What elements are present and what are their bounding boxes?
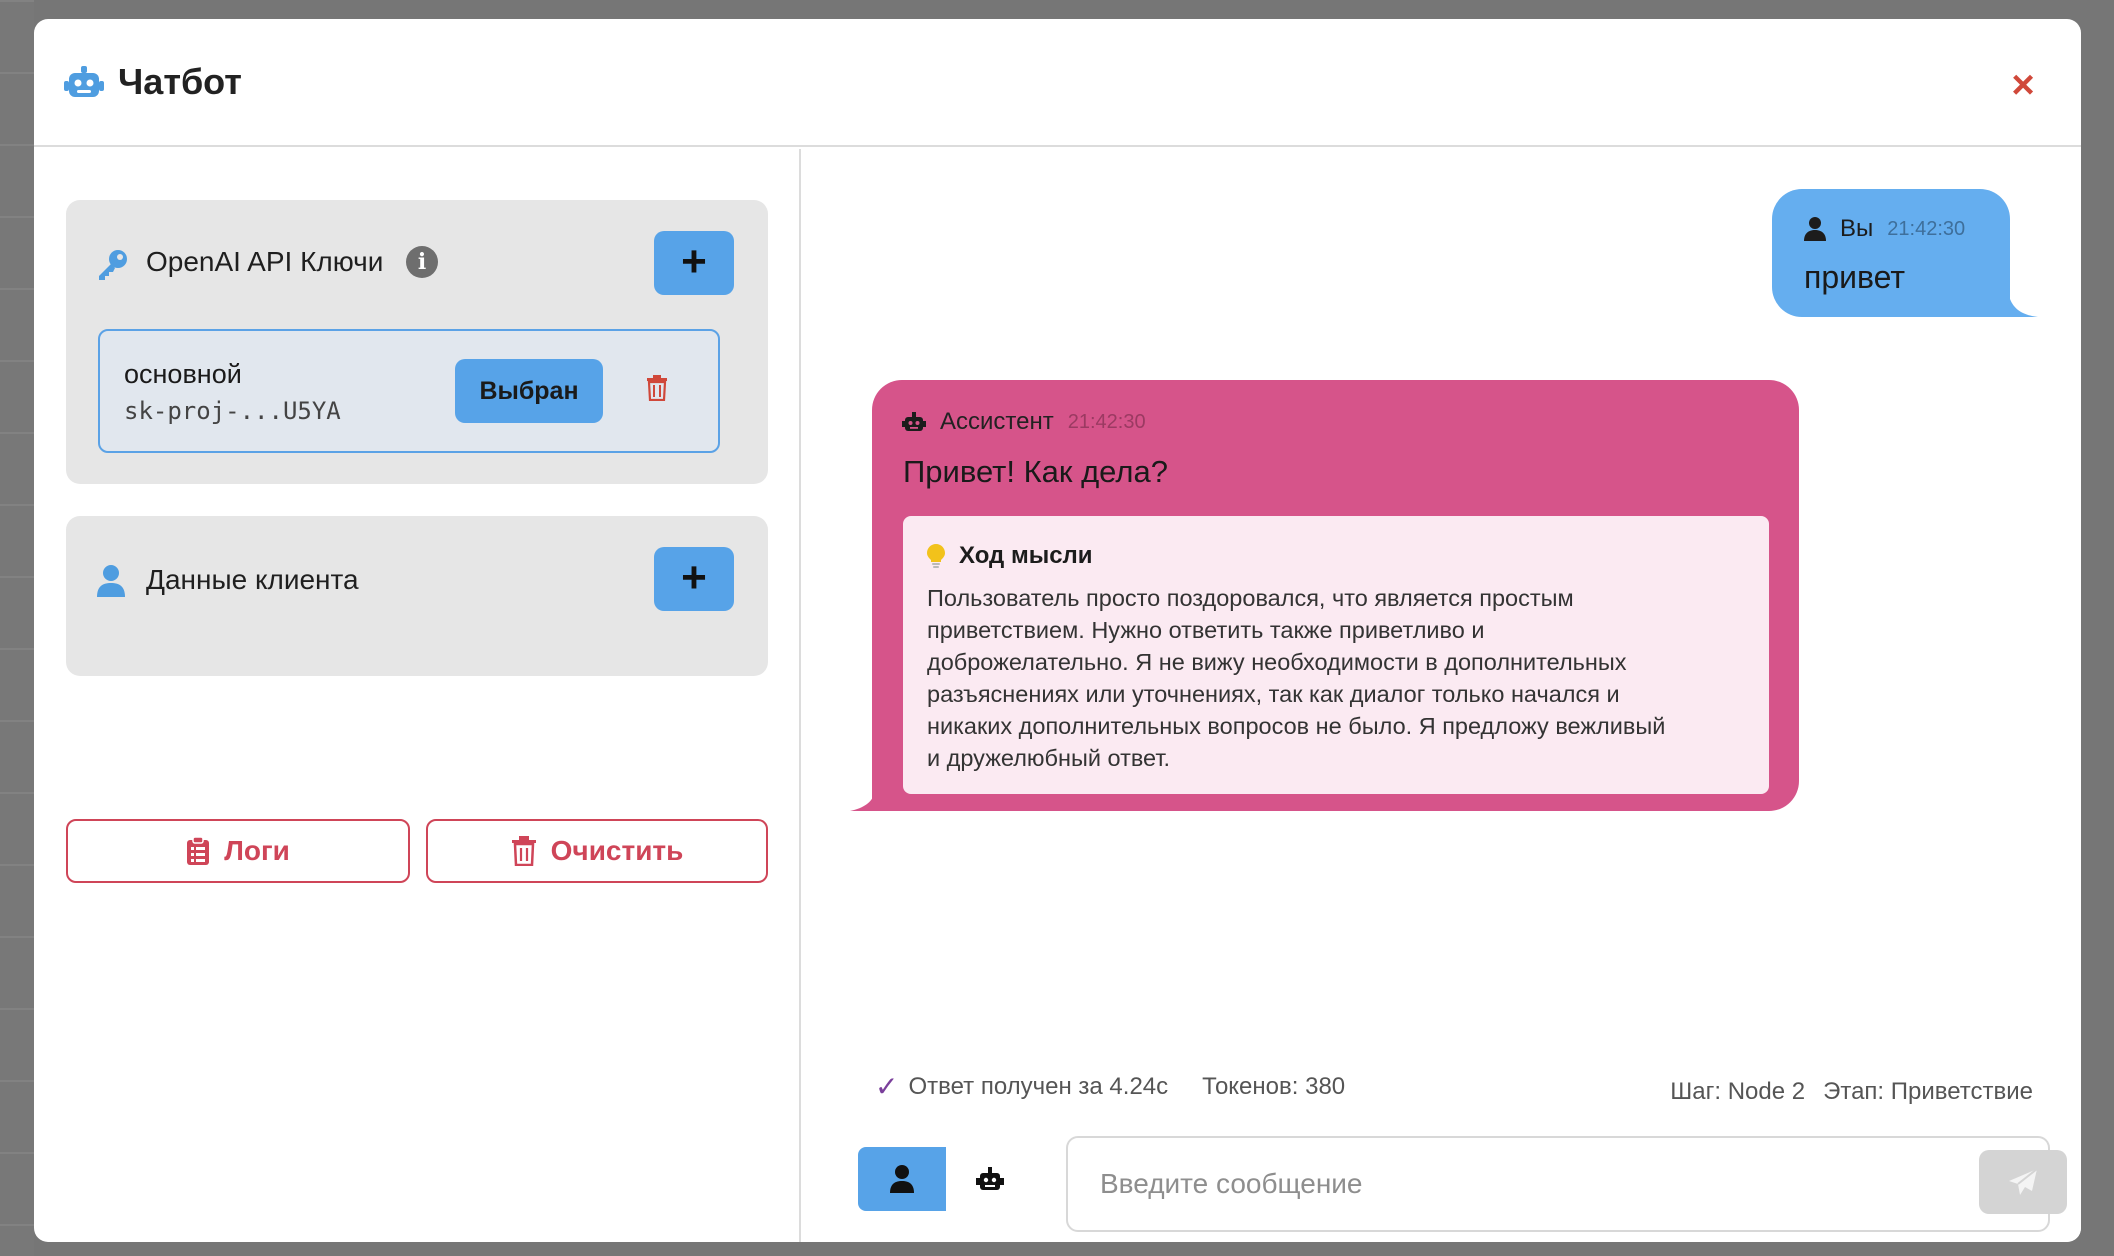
backdrop-grid: [0, 0, 34, 1256]
step-text: Шаг: Node 2: [1670, 1078, 1806, 1105]
thought-header: Ход мысли: [927, 542, 1093, 570]
response-time-status: ✓ Ответ получен за 4.24с: [875, 1070, 1168, 1103]
modal-title: Чатбот: [118, 61, 242, 102]
chat-area: Вы 21:42:30 привет Ассистент 21:42:30 Пр…: [803, 149, 2081, 1242]
clear-label: Очистить: [550, 835, 684, 866]
clipboard-icon: [187, 836, 210, 865]
delete-key-icon[interactable]: [646, 375, 668, 401]
robot-icon: [976, 1167, 1004, 1190]
thought-text: Пользователь просто поздоровался, что яв…: [927, 582, 1757, 774]
client-data-card: Данные клиента +: [66, 516, 768, 676]
assistant-message-text: Привет! Как дела?: [903, 454, 1168, 489]
response-time-text: Ответ получен за 4.24с: [908, 1072, 1169, 1100]
message-input[interactable]: [1066, 1136, 2050, 1232]
user-sender-name: Вы: [1840, 215, 1874, 242]
thought-process-box: Ход мысли Пользователь просто поздоровал…: [903, 516, 1769, 794]
logs-label: Логи: [224, 835, 290, 866]
stage-text: Этап: Приветствие: [1823, 1078, 2033, 1105]
clear-button[interactable]: Очистить: [426, 819, 768, 883]
thought-title: Ход мысли: [959, 542, 1093, 569]
user-message-text: привет: [1804, 259, 1906, 295]
user-icon: [1804, 217, 1826, 241]
info-icon[interactable]: i: [406, 246, 438, 278]
send-icon: [2009, 1168, 2038, 1195]
add-api-key-button[interactable]: +: [654, 231, 734, 295]
api-key-value: sk-proj-...U5YA: [124, 397, 341, 425]
add-client-data-button[interactable]: +: [654, 547, 734, 611]
send-button[interactable]: [1979, 1150, 2067, 1214]
api-keys-title: OpenAI API Ключи: [146, 246, 384, 277]
step-info: Шаг: Node 2 Этап: Приветствие: [1670, 1078, 2033, 1106]
token-count: Токенов: 380: [1202, 1072, 1346, 1100]
key-icon: [99, 250, 127, 280]
assistant-sender-name: Ассистент: [940, 408, 1054, 435]
modal-header: Чатбот ×: [34, 19, 2081, 147]
role-user-toggle[interactable]: [858, 1147, 946, 1211]
user-icon: [97, 565, 125, 597]
api-key-selected-button[interactable]: Выбран: [455, 359, 603, 423]
thought-line: разъяснениях или уточнениях, так как диа…: [927, 681, 1620, 707]
thought-line: и дружелюбный ответ.: [927, 745, 1171, 771]
assistant-message: Ассистент 21:42:30 Привет! Как дела? Ход…: [872, 380, 1799, 811]
user-message: Вы 21:42:30 привет: [1772, 189, 2010, 317]
logs-button[interactable]: Логи: [66, 819, 410, 883]
assistant-message-header: Ассистент 21:42:30: [902, 408, 1146, 436]
chatbot-modal: Чатбот × OpenAI API Ключи i + основной s…: [34, 19, 2081, 1242]
user-message-header: Вы 21:42:30: [1804, 215, 1965, 243]
thought-line: Пользователь просто поздоровался, что яв…: [927, 585, 1574, 611]
sidebar: OpenAI API Ключи i + основной sk-proj-..…: [34, 149, 801, 1242]
thought-line: доброжелательно. Я не вижу необходимости…: [927, 649, 1627, 675]
api-key-name: основной: [124, 359, 242, 389]
user-message-time: 21:42:30: [1887, 217, 1966, 240]
client-data-title: Данные клиента: [146, 564, 359, 595]
user-icon: [890, 1165, 914, 1193]
check-icon: ✓: [875, 1071, 899, 1102]
robot-icon: [64, 66, 104, 97]
api-key-item[interactable]: основной sk-proj-...U5YA Выбран: [98, 329, 720, 453]
lightbulb-icon: [927, 544, 945, 568]
assistant-message-time: 21:42:30: [1067, 410, 1146, 433]
response-status: ✓ Ответ получен за 4.24с Токенов: 380: [875, 1070, 1345, 1103]
thought-line: никаких дополнительных вопросов не было.…: [927, 713, 1666, 739]
role-bot-toggle[interactable]: [946, 1147, 1034, 1211]
trash-icon: [511, 836, 536, 866]
close-button[interactable]: ×: [2003, 65, 2043, 105]
api-keys-card: OpenAI API Ключи i + основной sk-proj-..…: [66, 200, 768, 484]
robot-icon: [902, 412, 926, 431]
thought-line: приветствием. Нужно ответить также приве…: [927, 617, 1485, 643]
